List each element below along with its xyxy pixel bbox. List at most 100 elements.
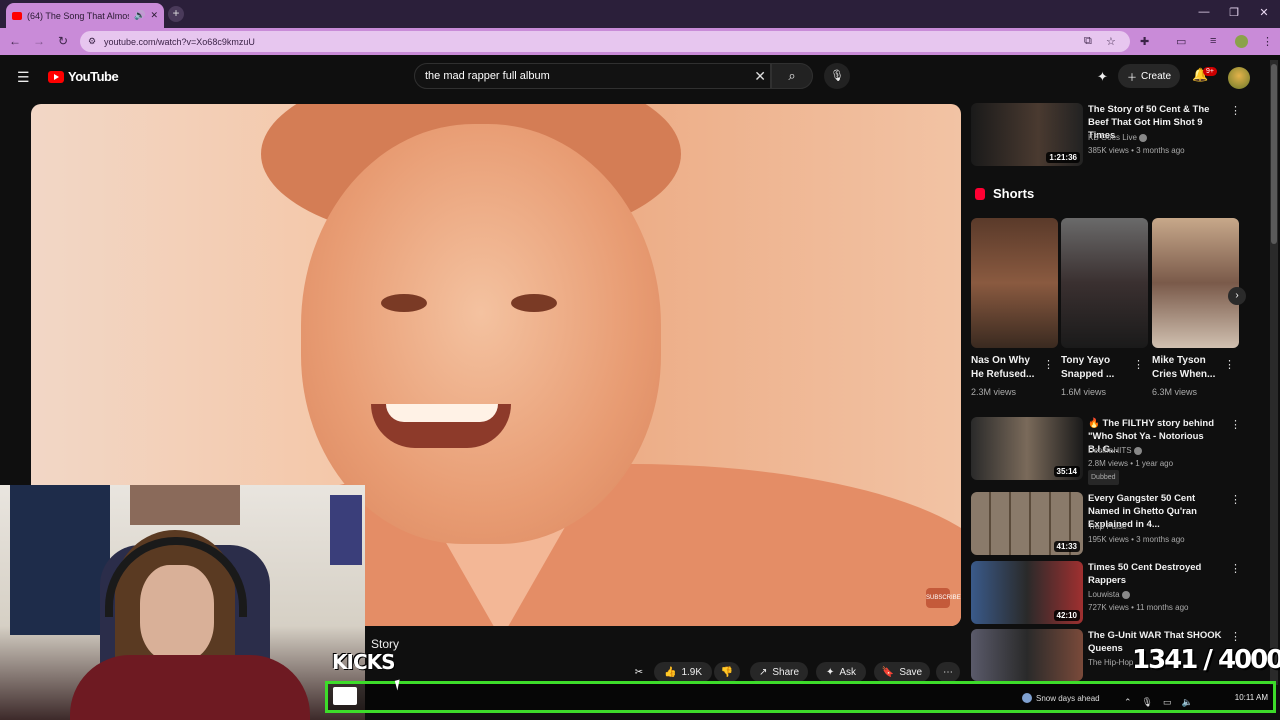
- downloads-icon[interactable]: ≡: [1210, 35, 1216, 47]
- video-title[interactable]: Times 50 Cent Destroyed Rappers: [1088, 561, 1228, 587]
- weather-text: Snow days ahead: [1036, 693, 1100, 703]
- save-label: Save: [899, 666, 923, 678]
- kicks-overlay-label: KICKS: [332, 650, 396, 674]
- video-thumbnail[interactable]: 42:10: [971, 561, 1083, 624]
- short-thumbnail[interactable]: [971, 218, 1058, 348]
- volume-icon[interactable]: 🔈: [1182, 697, 1203, 707]
- microphone-icon: 🎙: [830, 70, 844, 82]
- more-options-icon[interactable]: ⋮: [1230, 418, 1241, 431]
- voice-search-button[interactable]: 🎙: [824, 63, 850, 89]
- search-input[interactable]: the mad rapper full album ✕: [414, 63, 771, 89]
- webcam-background-poster: [330, 495, 362, 565]
- more-options-icon[interactable]: ⋮: [1230, 493, 1241, 506]
- channel-name[interactable]: DecifraHITS: [1088, 444, 1142, 457]
- ask-button[interactable]: ✦ Ask: [816, 662, 866, 682]
- like-button[interactable]: 👍 1.9K: [654, 662, 712, 682]
- youtube-logo[interactable]: YouTube: [48, 69, 119, 84]
- channel-name[interactable]: KB Goes Live: [1088, 131, 1147, 144]
- bookmark-star-icon[interactable]: ☆: [1106, 35, 1116, 48]
- short-views: 1.6M views: [1061, 387, 1107, 397]
- more-actions-button[interactable]: ⋯: [936, 662, 960, 682]
- more-options-icon[interactable]: ⋮: [1133, 358, 1144, 371]
- channel-name[interactable]: The Hip-Hop: [1088, 656, 1133, 669]
- video-meta: 385K views • 3 months ago: [1088, 146, 1185, 155]
- verified-icon: [1121, 590, 1130, 599]
- shorts-heading-label: Shorts: [993, 186, 1035, 201]
- short-thumbnail[interactable]: [1152, 218, 1239, 348]
- video-duration: 42:10: [1053, 610, 1080, 621]
- speaker-icon[interactable]: 🔊: [134, 10, 145, 21]
- video-thumbnail[interactable]: 41:33: [971, 492, 1083, 555]
- network-icon[interactable]: ▭: [1163, 697, 1182, 707]
- weather-icon: [1022, 693, 1032, 703]
- video-thumbnail[interactable]: 1:21:36: [971, 103, 1083, 166]
- taskbar-clock[interactable]: 10:11 AM: [1228, 693, 1268, 702]
- menu-hamburger-icon[interactable]: ☰: [17, 69, 30, 86]
- new-tab-button[interactable]: +: [168, 6, 184, 22]
- create-button[interactable]: ＋ Create: [1118, 64, 1180, 88]
- short-thumbnail[interactable]: [1061, 218, 1148, 348]
- forward-icon[interactable]: →: [30, 34, 48, 48]
- video-duration: 1:21:36: [1046, 152, 1080, 163]
- reload-icon[interactable]: ↻: [54, 34, 72, 48]
- more-options-icon[interactable]: ⋮: [1230, 630, 1241, 643]
- clip-icon[interactable]: ✂: [630, 662, 648, 682]
- channel-name[interactable]: Louwista: [1088, 588, 1130, 601]
- webcam-background-poster: [130, 485, 240, 525]
- account-avatar[interactable]: [1228, 67, 1250, 89]
- video-meta: 195K views • 3 months ago: [1088, 535, 1185, 544]
- short-title[interactable]: Mike Tyson Cries When...: [1152, 354, 1224, 382]
- short-views: 6.3M views: [1152, 387, 1198, 397]
- search-icon: ⌕: [788, 68, 796, 83]
- share-button[interactable]: ↗ Share: [750, 662, 808, 682]
- video-frame-teeth: [386, 404, 498, 422]
- page-scrollbar-thumb[interactable]: [1271, 64, 1277, 244]
- thumbs-up-icon: 👍: [663, 666, 677, 678]
- install-app-icon[interactable]: ⧉: [1084, 35, 1092, 48]
- close-tab-icon[interactable]: ✕: [150, 10, 158, 21]
- video-thumbnail[interactable]: [971, 629, 1083, 681]
- search-button[interactable]: ⌕: [771, 63, 813, 89]
- dislike-button[interactable]: 👎: [714, 662, 740, 682]
- shorts-next-chevron-icon[interactable]: ›: [1228, 287, 1246, 305]
- back-icon[interactable]: ←: [6, 34, 24, 48]
- overlay-box-icon: [333, 687, 357, 705]
- youtube-favicon-icon: [12, 11, 22, 20]
- browser-profile-avatar[interactable]: [1235, 35, 1248, 48]
- minimize-icon[interactable]: —: [1190, 6, 1218, 18]
- dubbed-badge: Dubbed: [1088, 470, 1119, 485]
- save-button[interactable]: 🔖 Save: [874, 662, 930, 682]
- video-thumbnail[interactable]: 35:14: [971, 417, 1083, 480]
- reading-list-icon[interactable]: ▭: [1176, 35, 1186, 48]
- cast-icon[interactable]: ✦: [1097, 69, 1108, 85]
- extensions-icon[interactable]: ✚: [1140, 35, 1149, 48]
- video-title: Story: [371, 637, 400, 651]
- subscribe-watermark[interactable]: SUBSCRIBE: [926, 588, 961, 608]
- address-bar[interactable]: ⚙ youtube.com/watch?v=Xo68c9kmzuU: [80, 31, 1130, 52]
- more-options-icon[interactable]: ⋮: [1224, 358, 1235, 371]
- site-info-icon[interactable]: ⚙: [88, 36, 96, 47]
- short-title[interactable]: Nas On Why He Refused...: [971, 354, 1043, 382]
- address-bar-url: youtube.com/watch?v=Xo68c9kmzuU: [104, 36, 255, 47]
- close-window-icon[interactable]: ✕: [1250, 6, 1278, 19]
- webcam-streamer-shirt: [70, 655, 310, 720]
- browser-navbar: ← → ↻ ⚙ youtube.com/watch?v=Xo68c9kmzuU …: [0, 28, 1280, 55]
- more-options-icon[interactable]: ⋮: [1043, 358, 1054, 371]
- maximize-icon[interactable]: ❐: [1220, 6, 1248, 19]
- short-title[interactable]: Tony Yayo Snapped ...: [1061, 354, 1133, 382]
- browser-tab[interactable]: (64) The Song That Almost 🔊 ✕: [6, 3, 164, 28]
- clear-search-icon[interactable]: ✕: [754, 68, 766, 85]
- more-options-icon[interactable]: ⋮: [1230, 104, 1241, 117]
- taskbar-weather[interactable]: Snow days ahead: [1022, 693, 1100, 703]
- channel-name[interactable]: Trap Pulse: [1088, 520, 1126, 533]
- tray-chevron-icon[interactable]: ⌃: [1124, 697, 1142, 707]
- youtube-logo-text: YouTube: [68, 69, 119, 84]
- more-options-icon[interactable]: ⋮: [1230, 562, 1241, 575]
- browser-menu-icon[interactable]: ⋮: [1262, 35, 1273, 48]
- like-count: 1.9K: [681, 666, 703, 678]
- system-tray[interactable]: ⌃🎙▭🔈: [1124, 697, 1203, 708]
- subscriber-goal-counter: 1341 / 40000: [1132, 645, 1280, 675]
- microphone-tray-icon[interactable]: 🎙: [1142, 697, 1163, 707]
- video-duration: 41:33: [1053, 541, 1080, 552]
- short-views: 2.3M views: [971, 387, 1017, 397]
